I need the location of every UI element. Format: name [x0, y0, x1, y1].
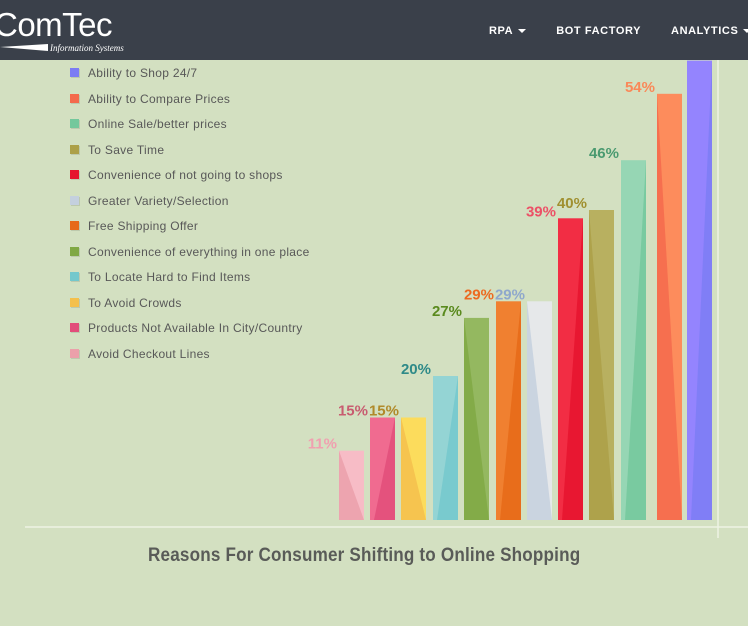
legend-item: Online Sale/better prices: [70, 117, 310, 143]
legend-item: To Save Time: [70, 143, 310, 169]
legend-item: To Avoid Crowds: [70, 296, 310, 322]
legend-item: Greater Variety/Selection: [70, 194, 310, 220]
nav-rpa[interactable]: RPA: [489, 25, 527, 37]
legend-label: Avoid Checkout Lines: [88, 346, 210, 361]
legend-swatch: [70, 297, 79, 307]
legend-label: Convenience of everything in one place: [88, 244, 310, 259]
data-label: 29%: [464, 286, 494, 303]
main-nav: RPA BOT FACTORY ANALYTICS: [489, 25, 748, 37]
data-label: 11%: [308, 436, 337, 453]
legend-item: Free Shipping Offer: [70, 219, 310, 245]
data-label: 20%: [401, 361, 431, 378]
chart-legend: Ability to Shop 24/7 Ability to Compare P…: [70, 66, 310, 372]
legend-swatch: [70, 144, 79, 154]
legend-label: Products Not Available In City/Country: [88, 321, 303, 335]
legend-label: Ability to Compare Prices: [88, 91, 231, 106]
data-label: 15%: [338, 403, 368, 420]
legend-label: Greater Variety/Selection: [88, 193, 229, 208]
legend-label: Convenience of not going to shops: [88, 168, 283, 182]
caret-down-icon: [518, 29, 527, 34]
legend-item: To Locate Hard to Find Items: [70, 270, 310, 296]
legend-swatch: [70, 170, 79, 179]
legend-label: Online Sale/better prices: [88, 117, 227, 131]
data-label: 46%: [589, 145, 619, 162]
legend-label: Free Shipping Offer: [88, 219, 199, 233]
legend-item: Ability to Compare Prices: [70, 92, 310, 118]
legend-item: Avoid Checkout Lines: [70, 347, 310, 373]
logo-swoosh: [0, 44, 48, 51]
data-label: 29%: [495, 286, 525, 303]
legend-item: Products Not Available In City/Country: [70, 321, 310, 347]
data-label: 54%: [625, 79, 655, 96]
site-header: ComTec Information Systems RPA BOT FACTO…: [0, 0, 748, 60]
data-label: 27%: [432, 303, 462, 320]
legend-item: Convenience of not going to shops: [70, 168, 310, 194]
logo-subtitle: Information Systems: [50, 43, 124, 53]
legend-label: To Save Time: [88, 142, 165, 157]
legend-label: Ability to Shop 24/7: [88, 66, 198, 80]
legend-swatch: [70, 272, 79, 281]
legend-swatch: [70, 195, 79, 205]
logo[interactable]: ComTec: [0, 6, 113, 44]
chart-title: Reasons For Consumer Shifting to Online …: [148, 545, 581, 566]
legend-swatch: [70, 119, 79, 128]
data-label: 15%: [369, 403, 399, 420]
nav-analytics-label: ANALYTICS: [671, 25, 739, 37]
legend-label: To Avoid Crowds: [88, 295, 182, 310]
data-label: 40%: [557, 195, 587, 212]
legend-swatch: [70, 221, 79, 230]
nav-rpa-label: RPA: [489, 25, 514, 37]
legend-swatch: [70, 323, 79, 332]
caret-down-icon: [743, 29, 748, 34]
data-label: 39%: [526, 203, 556, 220]
legend-item: Convenience of everything in one place: [70, 245, 310, 271]
legend-swatch: [70, 348, 79, 358]
legend-swatch: [70, 246, 79, 256]
legend-swatch: [70, 68, 79, 77]
legend-swatch: [70, 93, 79, 103]
legend-label: To Locate Hard to Find Items: [88, 270, 251, 284]
nav-analytics[interactable]: ANALYTICS: [671, 25, 748, 37]
nav-bot-factory[interactable]: BOT FACTORY: [556, 25, 641, 37]
nav-bot-factory-label: BOT FACTORY: [556, 25, 642, 37]
legend-item: Ability to Shop 24/7: [70, 66, 310, 92]
